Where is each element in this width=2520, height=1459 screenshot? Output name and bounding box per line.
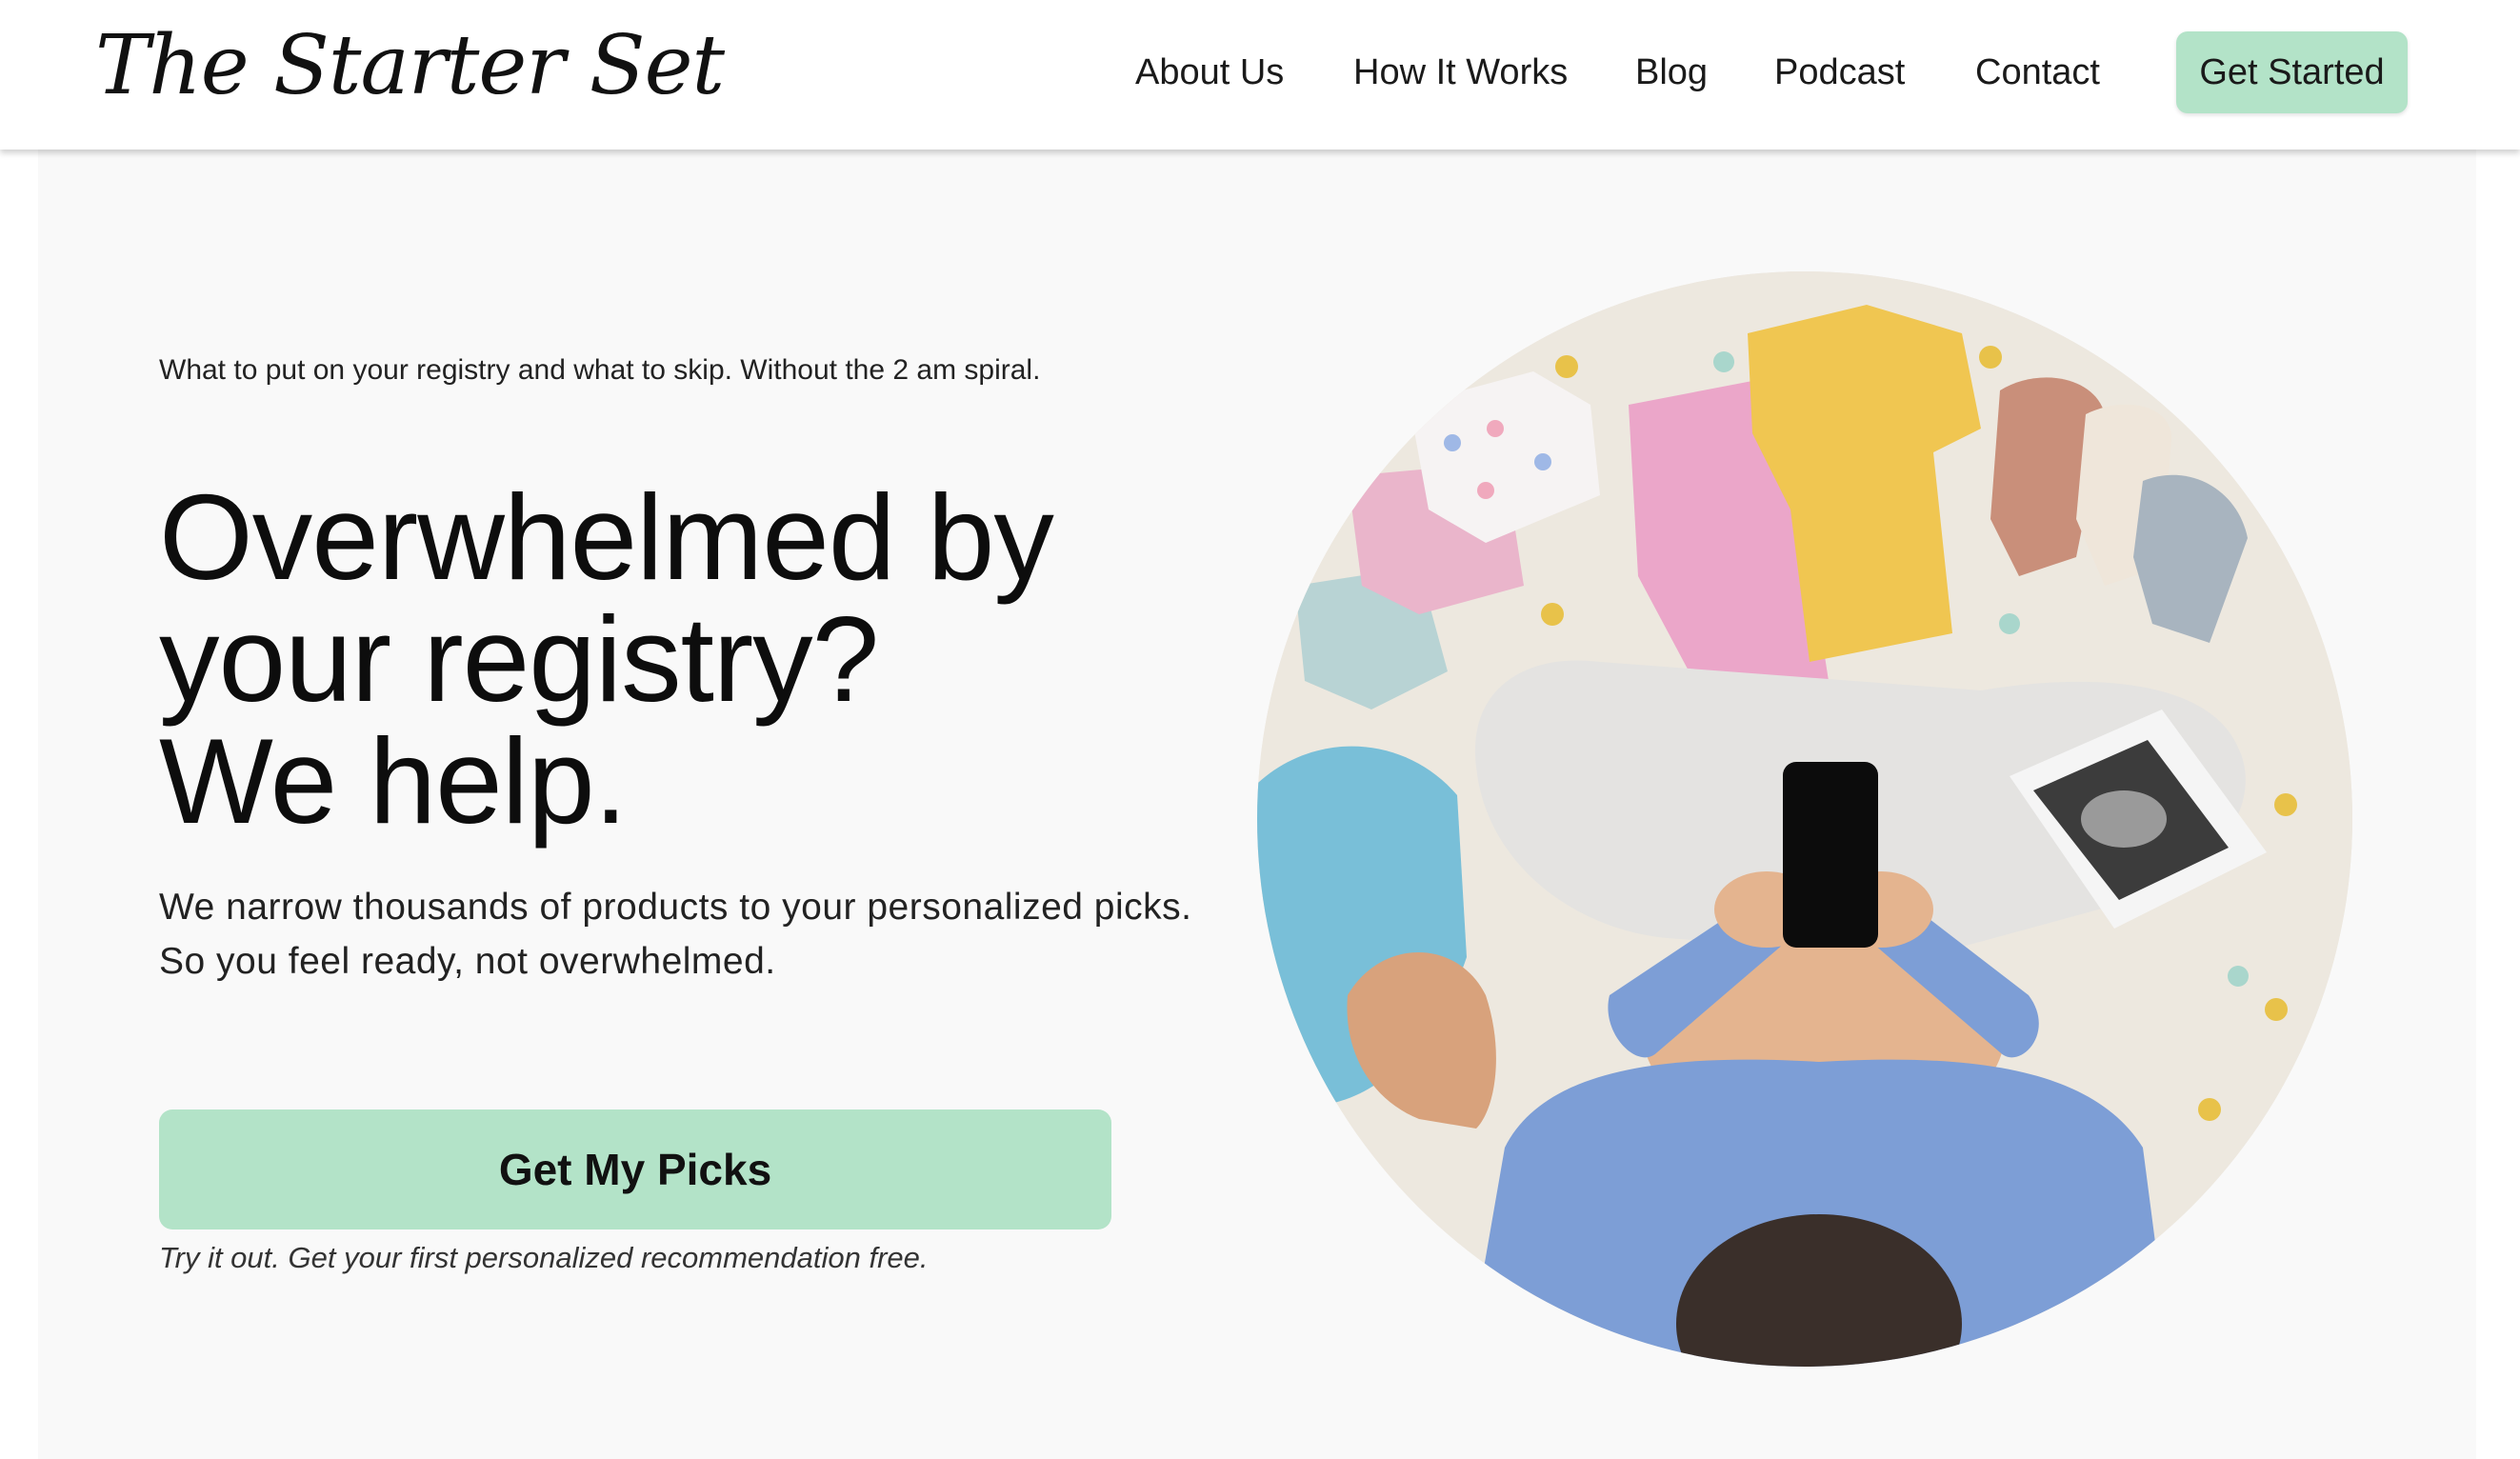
site-logo[interactable]: The Starter Set bbox=[95, 25, 725, 107]
headline-line-2: your registry? bbox=[159, 591, 879, 727]
headline-line-3: We help. bbox=[159, 713, 628, 849]
hero-photo-illustration bbox=[1257, 271, 2352, 1367]
nav-link-podcast[interactable]: Podcast bbox=[1774, 50, 1905, 95]
hero-photo bbox=[1257, 271, 2352, 1367]
nav-link-blog[interactable]: Blog bbox=[1635, 50, 1708, 95]
phone-icon bbox=[1783, 762, 1878, 948]
nav-link-about-us[interactable]: About Us bbox=[1135, 50, 1284, 95]
cta-note: Try it out. Get your first personalized … bbox=[159, 1241, 929, 1274]
hero-subcopy: We narrow thousands of products to your … bbox=[159, 880, 1192, 989]
hero-headline: Overwhelmed by your registry? We help. bbox=[159, 470, 1054, 849]
hero-eyebrow: What to put on your registry and what to… bbox=[159, 354, 1041, 386]
subcopy-line-1: We narrow thousands of products to your … bbox=[159, 887, 1192, 928]
nav-link-contact[interactable]: Contact bbox=[1975, 50, 2100, 95]
get-my-picks-button[interactable]: Get My Picks bbox=[159, 1109, 1111, 1229]
nav-link-how-it-works[interactable]: How It Works bbox=[1353, 50, 1568, 95]
subcopy-line-2: So you feel ready, not overwhelmed. bbox=[159, 941, 776, 982]
headline-line-1: Overwhelmed by bbox=[159, 470, 1054, 605]
site-header: The Starter Set About Us How It Works Bl… bbox=[0, 0, 2520, 150]
get-started-button[interactable]: Get Started bbox=[2176, 31, 2408, 113]
